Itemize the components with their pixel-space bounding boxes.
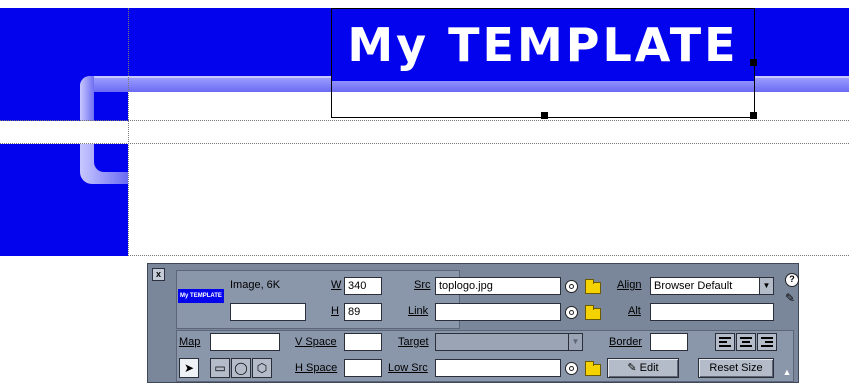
image-thumbnail: My TEMPLATE	[178, 289, 224, 303]
header-bevel-corner	[80, 76, 94, 121]
folder-icon[interactable]	[585, 279, 601, 294]
resize-handle-bottom[interactable]	[541, 112, 548, 119]
table-guide-top	[0, 120, 849, 121]
edit-button[interactable]: ✎ Edit	[607, 358, 679, 378]
link-input[interactable]	[435, 303, 561, 321]
edit-pencil-icon[interactable]: ✎	[781, 289, 799, 307]
hspace-input[interactable]	[344, 359, 382, 377]
image-info-label: Image, 6K	[230, 279, 281, 291]
property-inspector: x My TEMPLATE Image, 6K W 340 H 89 Src t…	[147, 263, 799, 383]
align-center-icon[interactable]	[736, 333, 756, 351]
src-input[interactable]: toplogo.jpg	[435, 277, 561, 295]
align-select-value: Browser Default	[654, 280, 733, 292]
hspace-label: H Space	[295, 362, 338, 374]
arrow-pointer-icon[interactable]: ➤	[179, 358, 199, 378]
polygon-hotspot-icon[interactable]: ⬡	[252, 358, 272, 378]
height-input[interactable]: 89	[344, 303, 382, 321]
reset-size-button[interactable]: Reset Size	[698, 358, 774, 378]
table-guide-vertical	[128, 8, 129, 256]
point-to-file-icon[interactable]	[565, 306, 578, 319]
lowsrc-label: Low Src	[388, 362, 428, 374]
border-input[interactable]	[650, 333, 688, 351]
lower-bevel-fill	[94, 144, 128, 172]
link-label: Link	[408, 305, 429, 317]
rect-hotspot-icon[interactable]: ▭	[210, 358, 230, 378]
expander-arrow-icon[interactable]: ▲	[780, 366, 794, 378]
target-label: Target	[398, 336, 429, 348]
align-select[interactable]: Browser Default ▼	[650, 277, 774, 295]
help-icon[interactable]: ?	[785, 273, 799, 287]
vspace-input[interactable]	[344, 333, 382, 351]
table-guide-bottom	[128, 255, 849, 256]
map-input[interactable]	[210, 333, 280, 351]
circle-hotspot-icon[interactable]: ◯	[231, 358, 251, 378]
image-name-input[interactable]	[230, 303, 306, 321]
edit-pencil-icon: ✎	[627, 362, 640, 374]
align-left-icon[interactable]	[715, 333, 735, 351]
align-right-icon[interactable]	[757, 333, 777, 351]
folder-icon[interactable]	[585, 361, 601, 376]
point-to-file-icon[interactable]	[565, 280, 578, 293]
chevron-down-icon[interactable]: ▼	[568, 334, 582, 350]
point-to-file-icon[interactable]	[565, 362, 578, 375]
table-guide-middle	[0, 143, 849, 144]
width-label: W	[331, 279, 342, 291]
selected-logo-image[interactable]: My TEMPLATE	[331, 8, 757, 119]
src-label: Src	[414, 279, 431, 291]
vspace-label: V Space	[295, 336, 337, 348]
border-label: Border	[609, 336, 643, 348]
resize-handle-corner[interactable]	[750, 112, 757, 119]
alt-label: Alt	[628, 305, 641, 317]
lowsrc-input[interactable]	[435, 359, 561, 377]
edit-button-label: Edit	[639, 362, 659, 374]
target-select[interactable]: ▼	[435, 333, 583, 351]
align-label: Align	[617, 279, 642, 291]
resize-handle-right[interactable]	[750, 59, 757, 66]
height-label: H	[331, 305, 339, 317]
alt-input[interactable]	[650, 303, 774, 321]
logo-image: My TEMPLATE	[332, 9, 754, 81]
chevron-down-icon[interactable]: ▼	[759, 278, 773, 294]
close-icon[interactable]: x	[152, 268, 165, 281]
width-input[interactable]: 340	[344, 277, 382, 295]
map-label: Map	[179, 336, 201, 348]
folder-icon[interactable]	[585, 305, 601, 320]
design-canvas[interactable]: My TEMPLATE	[0, 0, 849, 262]
